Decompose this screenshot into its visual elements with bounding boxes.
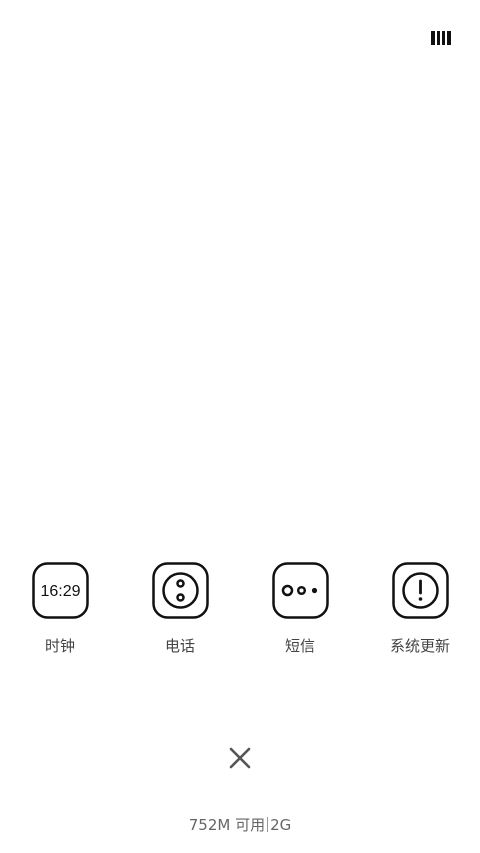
phone-icon <box>152 562 209 619</box>
app-item-clock[interactable]: 16:29 时钟 <box>10 562 110 662</box>
memory-status: 752M 可用 2G <box>0 815 480 835</box>
grid-layout-icon[interactable] <box>430 29 452 47</box>
app-label-message: 短信 <box>284 637 315 655</box>
app-item-message[interactable]: 短信 <box>250 562 350 662</box>
app-label-system-update: 系统更新 <box>389 637 450 655</box>
app-item-system-update[interactable]: 系统更新 <box>370 562 470 662</box>
memory-divider <box>267 817 269 832</box>
app-row: 16:29 时钟 电话 短信 系统更新 <box>0 562 480 662</box>
close-icon[interactable] <box>228 746 252 770</box>
memory-available: 752M 可用 <box>188 816 266 834</box>
clock-time-text: 16:29 <box>40 583 80 600</box>
system-update-icon <box>392 562 449 619</box>
app-label-clock: 时钟 <box>44 637 75 655</box>
app-item-phone[interactable]: 电话 <box>130 562 230 662</box>
clock-icon: 16:29 <box>32 562 89 619</box>
app-label-phone: 电话 <box>164 637 195 655</box>
message-icon <box>272 562 329 619</box>
memory-total: 2G <box>270 816 292 834</box>
